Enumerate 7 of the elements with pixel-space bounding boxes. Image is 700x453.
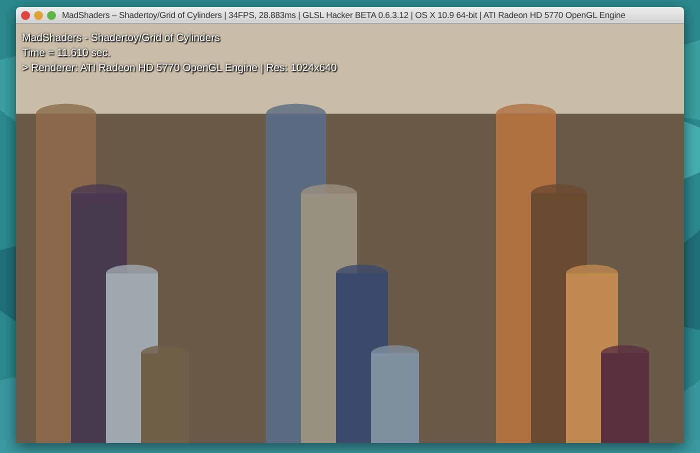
window-title: MadShaders – Shadertoy/Grid of Cylinders | 34FPS, 28.883ms | GLSL Hacker BETA 0.6.3.12 | OS X 10.9 64-bit | ATI Radeon HD 5770 OpenGL Engine: [62, 10, 626, 20]
zoom-button[interactable]: [47, 10, 56, 20]
overlay-text: > Renderer: ATI Radeon HD 5770 OpenGL Engine | Res: 1024x640: [22, 62, 337, 74]
overlay-text: MadShaders - Shadertoy/Grid of Cylinders: [22, 32, 221, 44]
close-button[interactable]: [21, 10, 30, 20]
overlay-text: Time = 11.610 sec.: [22, 47, 112, 59]
minimize-button[interactable]: [34, 10, 43, 20]
